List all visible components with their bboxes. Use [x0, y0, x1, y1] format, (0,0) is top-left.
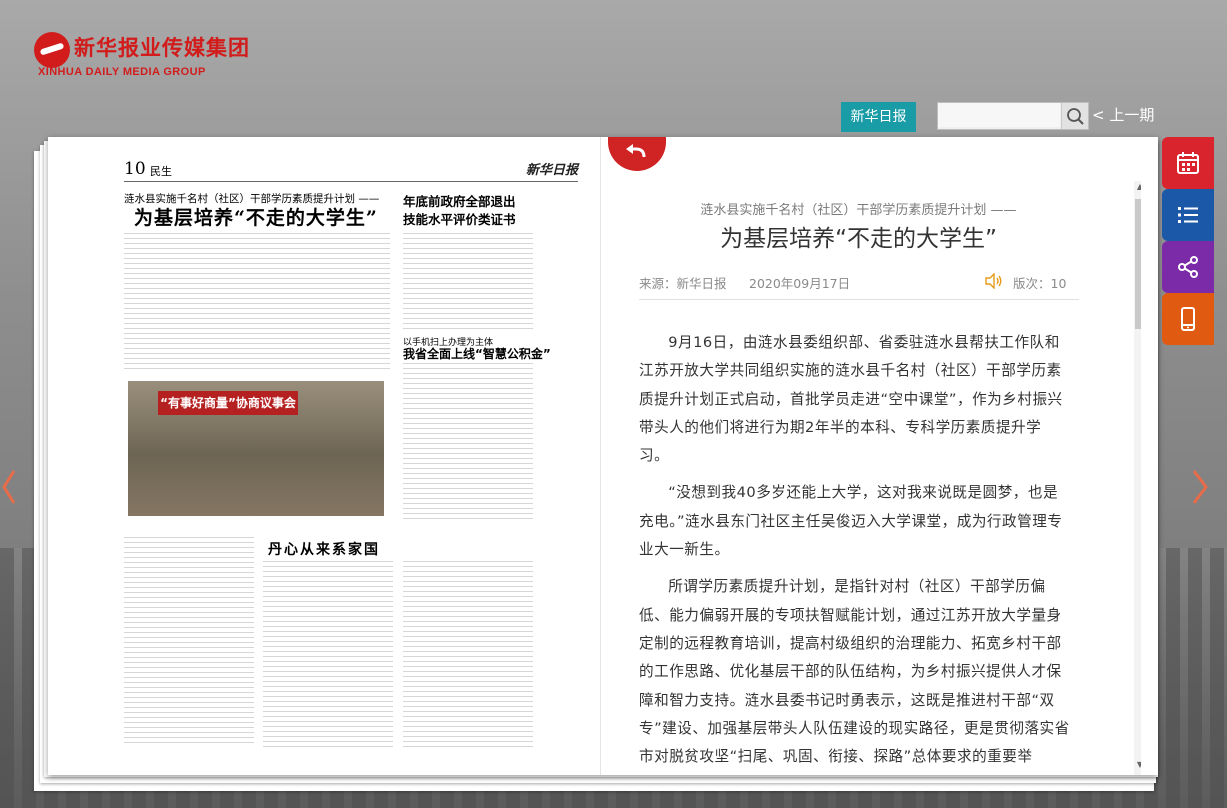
article-body: 9月16日，由涟水县委组织部、省委驻涟水县帮扶工作队和江苏开放大学共同组织实施的… [639, 329, 1071, 775]
newspaper-page-header: 10 民生 新华日报 [124, 159, 578, 182]
newspaper-page-image[interactable]: 10 民生 新华日报 涟水县实施千名村（社区）干部学历素质提升计划 —— 为基层… [48, 137, 600, 775]
text-column [403, 561, 533, 751]
side-headline-line: 技能水平评价类证书 [403, 212, 516, 227]
scroll-up-icon[interactable]: ▲ [1136, 183, 1141, 191]
scroll-down-icon[interactable]: ▼ [1136, 761, 1141, 769]
calendar-icon [1177, 152, 1199, 174]
mobile-button[interactable] [1162, 293, 1214, 345]
prev-page-button[interactable] [0, 467, 20, 507]
logo[interactable]: 新华报业传媒集团 XINHUA DAILY MEDIA GROUP [34, 30, 249, 80]
mobile-icon [1181, 307, 1195, 331]
newspaper-headline-2[interactable]: 丹心从来系家国 [268, 539, 380, 559]
newspaper-reader: 10 民生 新华日报 涟水县实施千名村（社区）干部学历素质提升计划 —— 为基层… [48, 137, 1158, 775]
search-button[interactable] [1061, 103, 1088, 129]
scrollbar-thumb[interactable] [1135, 199, 1141, 329]
speaker-icon[interactable] [985, 272, 1003, 290]
prev-issue-link[interactable]: < 上一期 [1092, 104, 1154, 125]
article-date: 2020年09月17日 [749, 276, 851, 291]
article-source: 来源：新华日报 [639, 276, 727, 291]
side-headline[interactable]: 年底前政府全部退出 技能水平评价类证书 [403, 193, 516, 229]
article-title: 为基层培养“不走的大学生” [720, 226, 997, 252]
search-input[interactable] [938, 103, 1060, 127]
logo-mark-icon [34, 32, 70, 68]
text-column [263, 561, 393, 751]
article-paragraph: “没想到我40多岁还能上大学，这对我来说既是圆梦，也是充电。”涟水县东门社区主任… [639, 484, 1063, 559]
masthead: 新华日报 [525, 163, 578, 178]
article-paragraph: 9月16日，由涟水县委组织部、省委驻涟水县帮扶工作队和江苏开放大学共同组织实施的… [639, 334, 1063, 465]
photo-banner: “有事好商量”协商议事会 [158, 391, 298, 415]
article-subtitle: 涟水县实施千名村（社区）干部学历素质提升计划 —— [700, 203, 1017, 218]
text-column [124, 537, 254, 747]
side-headline-2[interactable]: 我省全面上线“智慧公积金” [403, 345, 551, 362]
list-icon [1178, 207, 1198, 223]
chevron-left-icon [2, 470, 16, 504]
article-panel: 涟水县实施千名村（社区）干部学历素质提升计划 —— 为基层培养“不走的大学生” … [600, 137, 1141, 775]
paper-select-button[interactable]: 新华日报 [841, 102, 916, 132]
text-column [124, 233, 390, 373]
back-button[interactable] [608, 137, 666, 171]
search-box [937, 102, 1089, 130]
calendar-button[interactable] [1162, 137, 1214, 189]
search-icon [1067, 108, 1084, 125]
article-meta: 来源：新华日报 2020年09月17日 版次：10 [639, 271, 1079, 300]
article-paragraph: 所谓学历素质提升计划，是指针对村（社区）干部学历偏低、能力偏弱开展的专项扶智赋能… [639, 578, 1070, 766]
logo-text-en: XINHUA DAILY MEDIA GROUP [38, 66, 206, 78]
chevron-right-icon [1192, 470, 1208, 504]
page-number: 10 [124, 159, 146, 179]
article-edition: 版次：10 [1013, 276, 1067, 291]
text-column [403, 363, 533, 523]
page-section: 民生 [150, 165, 172, 178]
next-page-button[interactable] [1190, 467, 1210, 507]
share-button[interactable] [1162, 241, 1214, 293]
side-headline-line: 年底前政府全部退出 [403, 194, 516, 209]
back-icon [626, 144, 646, 158]
share-icon [1178, 256, 1198, 278]
newspaper-headline[interactable]: 为基层培养“不走的大学生” [134, 203, 378, 230]
logo-text-zh: 新华报业传媒集团 [74, 35, 250, 60]
catalog-button[interactable] [1162, 189, 1214, 241]
article-scrollbar[interactable]: ▲ ▼ [1134, 181, 1141, 775]
text-column [403, 233, 533, 329]
